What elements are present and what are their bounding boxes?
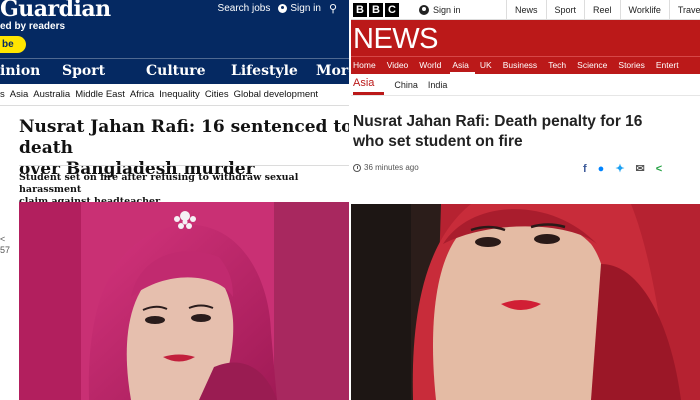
subnav-current-asia[interactable]: Asia bbox=[353, 74, 385, 95]
messenger-icon[interactable]: ● bbox=[598, 163, 605, 175]
nav-business[interactable]: Business bbox=[501, 57, 544, 74]
guardian-signin-link[interactable]: Sign in bbox=[278, 3, 321, 14]
guardian-logo[interactable]: Guardian bbox=[0, 0, 111, 22]
share-count: 57 bbox=[0, 245, 11, 255]
article-photo bbox=[19, 202, 349, 400]
user-icon bbox=[419, 4, 429, 15]
nav-stories[interactable]: Stories bbox=[616, 57, 650, 74]
headline-line: Nusrat Jahan Rafi: 16 sentenced to death bbox=[19, 117, 349, 158]
divider bbox=[19, 165, 349, 166]
bbc-headline: Nusrat Jahan Rafi: Death penalty for 16 … bbox=[353, 112, 700, 152]
article-timestamp: 36 minutes ago bbox=[353, 163, 419, 172]
subnav-item-australia[interactable]: Australia bbox=[33, 89, 70, 100]
subnav-item-global-development[interactable]: Global development bbox=[234, 89, 319, 100]
supported-by-readers: ed by readers bbox=[0, 21, 66, 32]
clock-icon bbox=[353, 163, 361, 172]
share-tools: f ● ✦ ✉ < bbox=[583, 162, 662, 176]
nav-tech[interactable]: Tech bbox=[546, 57, 572, 74]
email-icon[interactable]: ✉ bbox=[636, 162, 645, 175]
subnav-item-inequality[interactable]: Inequality bbox=[159, 89, 200, 100]
bbc-news-masthead: NEWS bbox=[351, 20, 700, 56]
subnav-item-cities[interactable]: Cities bbox=[205, 89, 229, 100]
subnav-item-china[interactable]: China bbox=[394, 80, 418, 90]
share-icon: < bbox=[0, 234, 6, 244]
standfirst-line: Student set on fire after refusing to wi… bbox=[19, 172, 299, 195]
nav-asia[interactable]: Asia bbox=[450, 57, 475, 75]
pillar-opinion[interactable]: inion bbox=[0, 63, 40, 79]
article-photo bbox=[351, 204, 700, 400]
topnav-news[interactable]: News bbox=[506, 0, 546, 20]
guardian-header-links: Search jobs Sign in ⚲ bbox=[218, 2, 337, 15]
pillar-culture[interactable]: Culture bbox=[146, 63, 206, 79]
subnav-item-india[interactable]: India bbox=[428, 80, 448, 90]
more-label: More bbox=[316, 63, 349, 79]
subnav-item[interactable]: s bbox=[0, 89, 5, 100]
search-jobs-link[interactable]: Search jobs bbox=[218, 3, 271, 14]
bbc-news-wordmark[interactable]: NEWS bbox=[353, 24, 439, 54]
pillar-more[interactable]: More▼ bbox=[316, 63, 349, 79]
bbc-top-bar: B B C Sign in News Sport Reel Worklife T… bbox=[351, 0, 700, 20]
bbc-logo-block: B bbox=[369, 2, 383, 17]
topnav-travel[interactable]: Travel bbox=[668, 0, 700, 20]
topnav-worklife[interactable]: Worklife bbox=[619, 0, 669, 20]
signin-label: Sign in bbox=[433, 4, 461, 15]
share-icon[interactable]: < bbox=[656, 163, 662, 175]
search-icon[interactable]: ⚲ bbox=[329, 2, 337, 15]
user-icon bbox=[278, 4, 288, 13]
guardian-share-count[interactable]: < 57 bbox=[0, 234, 10, 256]
subnav-item-middle-east[interactable]: Middle East bbox=[75, 89, 125, 100]
bbc-signin-link[interactable]: Sign in bbox=[419, 4, 461, 15]
facebook-icon[interactable]: f bbox=[583, 163, 587, 175]
nav-science[interactable]: Science bbox=[575, 57, 613, 74]
guardian-article-screenshot: Guardian ed by readers be Search jobs Si… bbox=[0, 0, 349, 400]
nav-uk[interactable]: UK bbox=[478, 57, 498, 74]
bbc-news-nav: Home Video World Asia UK Business Tech S… bbox=[351, 56, 700, 75]
bbc-logo-block: B bbox=[353, 2, 367, 17]
bbc-top-nav: News Sport Reel Worklife Travel bbox=[506, 0, 700, 20]
nav-video[interactable]: Video bbox=[385, 57, 415, 74]
guardian-header: Guardian ed by readers be Search jobs Si… bbox=[0, 0, 349, 58]
headline-line: Nusrat Jahan Rafi: Death penalty for 16 bbox=[353, 113, 643, 130]
guardian-pillar-nav: inion Sport Culture Lifestyle More▼ bbox=[0, 58, 349, 84]
twitter-icon[interactable]: ✦ bbox=[615, 162, 624, 175]
nav-entertainment[interactable]: Entert bbox=[654, 57, 685, 74]
guardian-subnav: s Asia Australia Middle East Africa Ineq… bbox=[0, 84, 349, 106]
guardian-headline: Nusrat Jahan Rafi: 16 sentenced to death… bbox=[19, 117, 349, 180]
bbc-article-screenshot: B B C Sign in News Sport Reel Worklife T… bbox=[351, 0, 700, 400]
timestamp-label: 36 minutes ago bbox=[364, 163, 419, 172]
bbc-logo-block: C bbox=[385, 2, 399, 17]
nav-world[interactable]: World bbox=[417, 57, 447, 74]
nav-home[interactable]: Home bbox=[351, 57, 382, 74]
portrait-illustration bbox=[351, 204, 700, 400]
support-button[interactable]: be bbox=[0, 36, 26, 53]
subnav-item-asia[interactable]: Asia bbox=[10, 89, 28, 100]
topnav-sport[interactable]: Sport bbox=[545, 0, 585, 20]
signin-label: Sign in bbox=[290, 3, 321, 14]
portrait-illustration bbox=[19, 202, 349, 400]
subnav-item-africa[interactable]: Africa bbox=[130, 89, 154, 100]
search-jobs-label: Search jobs bbox=[217, 3, 271, 14]
bbc-subnav: Asia China India bbox=[351, 74, 700, 96]
pillar-lifestyle[interactable]: Lifestyle bbox=[231, 63, 298, 79]
bbc-logo[interactable]: B B C bbox=[353, 2, 399, 17]
topnav-reel[interactable]: Reel bbox=[584, 0, 620, 20]
pillar-sport[interactable]: Sport bbox=[62, 63, 105, 79]
headline-line: who set student on fire bbox=[353, 133, 523, 150]
